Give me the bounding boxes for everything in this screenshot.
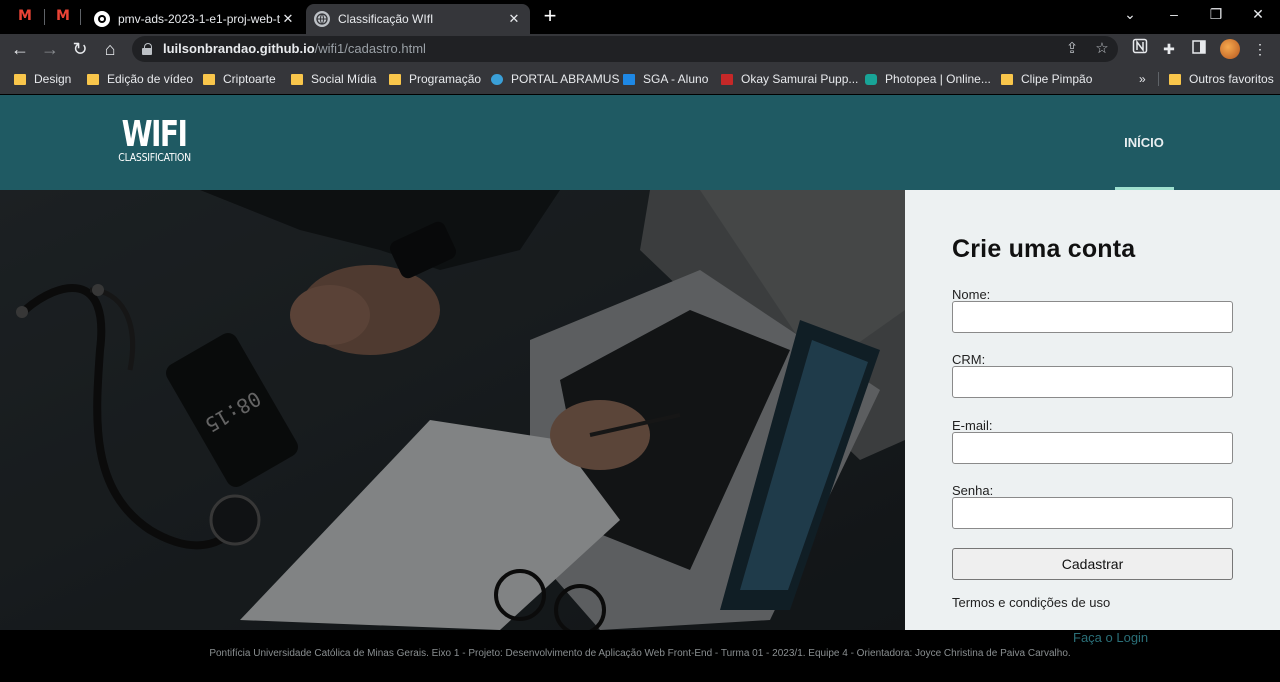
back-arrow-icon[interactable]: ← — [8, 37, 32, 61]
gmail-pinned-tab-icon[interactable]: M — [15, 8, 35, 24]
bookmark-separator — [1158, 72, 1159, 86]
footer-credits: Pontifícia Universidade Católica de Mina… — [209, 648, 1071, 659]
email-input[interactable] — [952, 432, 1233, 464]
folder-icon — [203, 73, 215, 85]
crm-input[interactable] — [952, 366, 1233, 398]
bookmark-edicao-de-video[interactable]: Edição de vídeo — [87, 71, 193, 87]
site-header: WIFI CLASSIFICATION INÍCIO — [0, 95, 1280, 190]
nome-input[interactable] — [952, 301, 1233, 333]
folder-icon — [291, 73, 303, 85]
bookmark-sga-aluno[interactable]: SGA - Aluno — [623, 71, 708, 87]
tab-separator — [80, 9, 81, 25]
bookmark-outros-favoritos[interactable]: Outros favoritos — [1169, 71, 1274, 87]
reload-icon[interactable]: ↻ — [68, 37, 92, 61]
photopea-icon — [865, 73, 877, 85]
tab-separator — [44, 9, 45, 25]
hero-image-doctor-laptop: 08:15 — [0, 190, 905, 630]
profile-avatar[interactable] — [1220, 39, 1240, 59]
page: WIFI CLASSIFICATION INÍCIO 08:15 Crie um… — [0, 95, 1280, 682]
home-icon[interactable]: ⌂ — [98, 37, 122, 61]
bookmark-okay-samurai[interactable]: Okay Samurai Pupp... — [721, 71, 858, 87]
abramus-icon — [491, 73, 503, 85]
github-icon — [94, 11, 110, 27]
folder-icon — [1001, 73, 1013, 85]
sga-icon — [623, 73, 635, 85]
senha-input[interactable] — [952, 497, 1233, 529]
restore-window-icon[interactable]: ❐ — [1202, 4, 1230, 26]
folder-icon — [389, 73, 401, 85]
bookmark-portal-abramus[interactable]: PORTAL ABRAMUS — [491, 71, 619, 87]
notion-extension-icon[interactable] — [1129, 38, 1151, 60]
okay-samurai-icon — [721, 73, 733, 85]
minimize-icon[interactable]: – — [1160, 4, 1188, 26]
terms-link[interactable]: Termos e condições de uso — [952, 595, 1110, 610]
bookmark-social-midia[interactable]: Social Mídia — [291, 71, 376, 87]
url-text[interactable]: luilsonbrandao.github.io/wifi1/cadastro.… — [163, 41, 426, 56]
side-panel-icon[interactable] — [1188, 38, 1210, 60]
bookmark-clipe-pimpao[interactable]: Clipe Pimpão — [1001, 71, 1092, 87]
form-title: Crie uma conta — [952, 235, 1136, 263]
site-logo[interactable]: WIFI CLASSIFICATION — [112, 117, 196, 164]
folder-icon — [87, 73, 99, 85]
folder-icon — [1169, 73, 1181, 85]
tab-title: Classificação WIfI — [338, 12, 434, 26]
new-tab-plus-icon[interactable]: + — [538, 5, 562, 29]
tab-classificacao-wifi[interactable]: Classificação WIfI ✕ — [306, 4, 530, 34]
bookmark-programacao[interactable]: Programação — [389, 71, 481, 87]
address-bar[interactable]: luilsonbrandao.github.io/wifi1/cadastro.… — [132, 36, 1118, 62]
folder-icon — [14, 73, 26, 85]
nav-inicio-link[interactable]: INÍCIO — [1114, 135, 1174, 150]
extensions-puzzle-icon[interactable]: ✚ — [1158, 38, 1180, 60]
share-icon[interactable]: ⇪ — [1062, 39, 1082, 59]
more-menu-icon[interactable]: ⋮ — [1249, 38, 1271, 60]
browser-tab-strip: M M pmv-ads-2023-1-e1-proj-web-t1 ✕ Clas… — [0, 0, 1280, 34]
forward-arrow-icon[interactable]: → — [38, 37, 62, 61]
bookmarks-bar: Design Edição de vídeo Criptoarte Social… — [0, 64, 1280, 94]
tab-search-chevron-icon[interactable]: ⌄ — [1116, 4, 1144, 26]
login-link[interactable]: Faça o Login — [1073, 630, 1148, 645]
bookmark-design[interactable]: Design — [14, 71, 71, 87]
crm-label: CRM: — [952, 352, 986, 367]
lock-icon — [142, 43, 152, 55]
tab-title: pmv-ads-2023-1-e1-proj-web-t1 — [118, 12, 280, 26]
tab-github[interactable]: pmv-ads-2023-1-e1-proj-web-t1 ✕ — [86, 4, 304, 34]
close-tab-icon[interactable]: ✕ — [280, 11, 296, 27]
bookmark-photopea[interactable]: Photopea | Online... — [865, 71, 991, 87]
cadastrar-button[interactable]: Cadastrar — [952, 548, 1233, 580]
bookmark-criptoarte[interactable]: Criptoarte — [203, 71, 276, 87]
senha-label: Senha: — [952, 483, 994, 498]
bookmark-star-icon[interactable]: ☆ — [1092, 39, 1112, 59]
nome-label: Nome: — [952, 287, 991, 302]
signup-form-panel: Crie uma conta Nome: CRM: E-mail: Senha:… — [905, 190, 1280, 630]
email-label: E-mail: — [952, 418, 993, 433]
globe-icon — [314, 11, 330, 27]
close-window-icon[interactable]: ✕ — [1244, 4, 1272, 26]
browser-toolbar: ← → ↻ ⌂ luilsonbrandao.github.io/wifi1/c… — [0, 34, 1280, 64]
site-footer: Faça o Login Pontifícia Universidade Cat… — [0, 630, 1280, 682]
more-bookmarks-chevron-icon[interactable]: » — [1139, 71, 1146, 87]
gmail-pinned-tab-icon[interactable]: M — [53, 8, 73, 24]
close-tab-icon[interactable]: ✕ — [506, 11, 522, 27]
